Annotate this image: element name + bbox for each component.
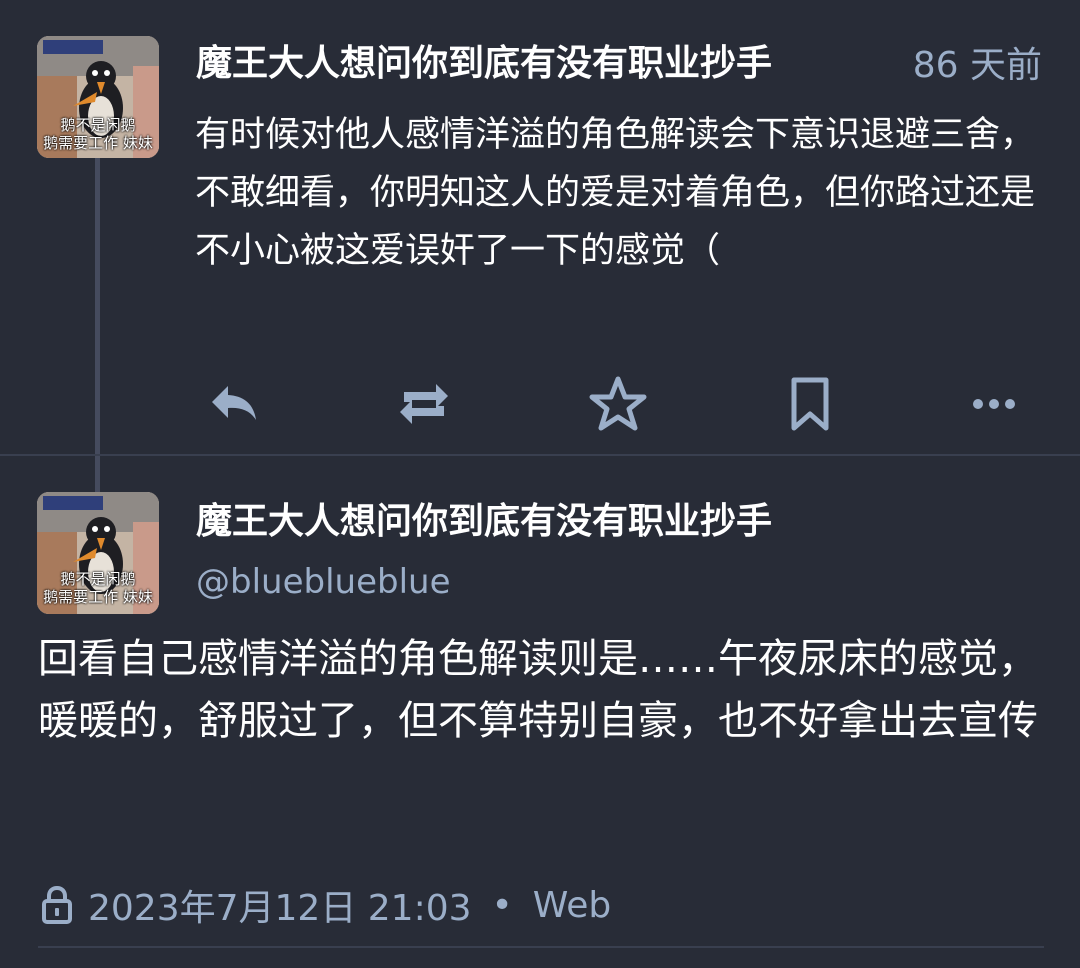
status-divider: [0, 454, 1080, 456]
bookmark-icon: [791, 377, 829, 431]
avatar-caption-line-2: 鹅需要工作 妹妹: [43, 134, 153, 152]
avatar-caption-line-2: 鹅需要工作 妹妹: [43, 588, 153, 606]
status-2-meta: 2023年7月12日 21:03 • Web: [40, 880, 611, 930]
status-1-relative-time[interactable]: 86 天前: [913, 36, 1042, 88]
footer-divider: [38, 946, 1044, 948]
star-icon: [589, 376, 647, 431]
reply-button[interactable]: [202, 372, 266, 436]
status-2-content: 回看自己感情洋溢的角色解读则是……午夜尿床的感觉，暖暖的，舒服过了，但不算特别自…: [38, 636, 1038, 744]
reply-icon: [212, 386, 256, 420]
thread-view: 鹅不是闲鹅 鹅需要工作 妹妹 魔王大人想问你到底有没有职业抄手 86 天前 有时…: [0, 0, 1080, 968]
boost-icon: [400, 384, 448, 424]
boost-button[interactable]: [392, 372, 456, 436]
status-1-author-name[interactable]: 魔王大人想问你到底有没有职业抄手: [196, 34, 772, 86]
status-2-author-name[interactable]: 魔王大人想问你到底有没有职业抄手: [196, 492, 772, 544]
status-1-action-bar: [0, 372, 1080, 436]
thread-connector-line: [95, 150, 100, 495]
status-2-datetime[interactable]: 2023年7月12日 21:03: [88, 879, 472, 931]
avatar-caption-line-1: 鹅不是闲鹅: [60, 570, 136, 588]
status-1-content: 有时候对他人感情洋溢的角色解读会下意识退避三舍，不敢细看，你明知这人的爱是对着角…: [195, 115, 1036, 271]
more-icon: [973, 399, 1015, 409]
more-button[interactable]: [962, 372, 1026, 436]
status-1-avatar[interactable]: 鹅不是闲鹅 鹅需要工作 妹妹: [37, 36, 159, 158]
status-2-application[interactable]: Web: [533, 885, 612, 926]
avatar-caption-line-1: 鹅不是闲鹅: [60, 116, 136, 134]
meta-separator: •: [491, 884, 513, 926]
lock-icon: [42, 885, 72, 924]
status-2-avatar[interactable]: 鹅不是闲鹅 鹅需要工作 妹妹: [37, 492, 159, 614]
bookmark-button[interactable]: [778, 372, 842, 436]
status-2-author-handle[interactable]: @blueblueblue: [196, 562, 451, 602]
favourite-button[interactable]: [586, 372, 650, 436]
